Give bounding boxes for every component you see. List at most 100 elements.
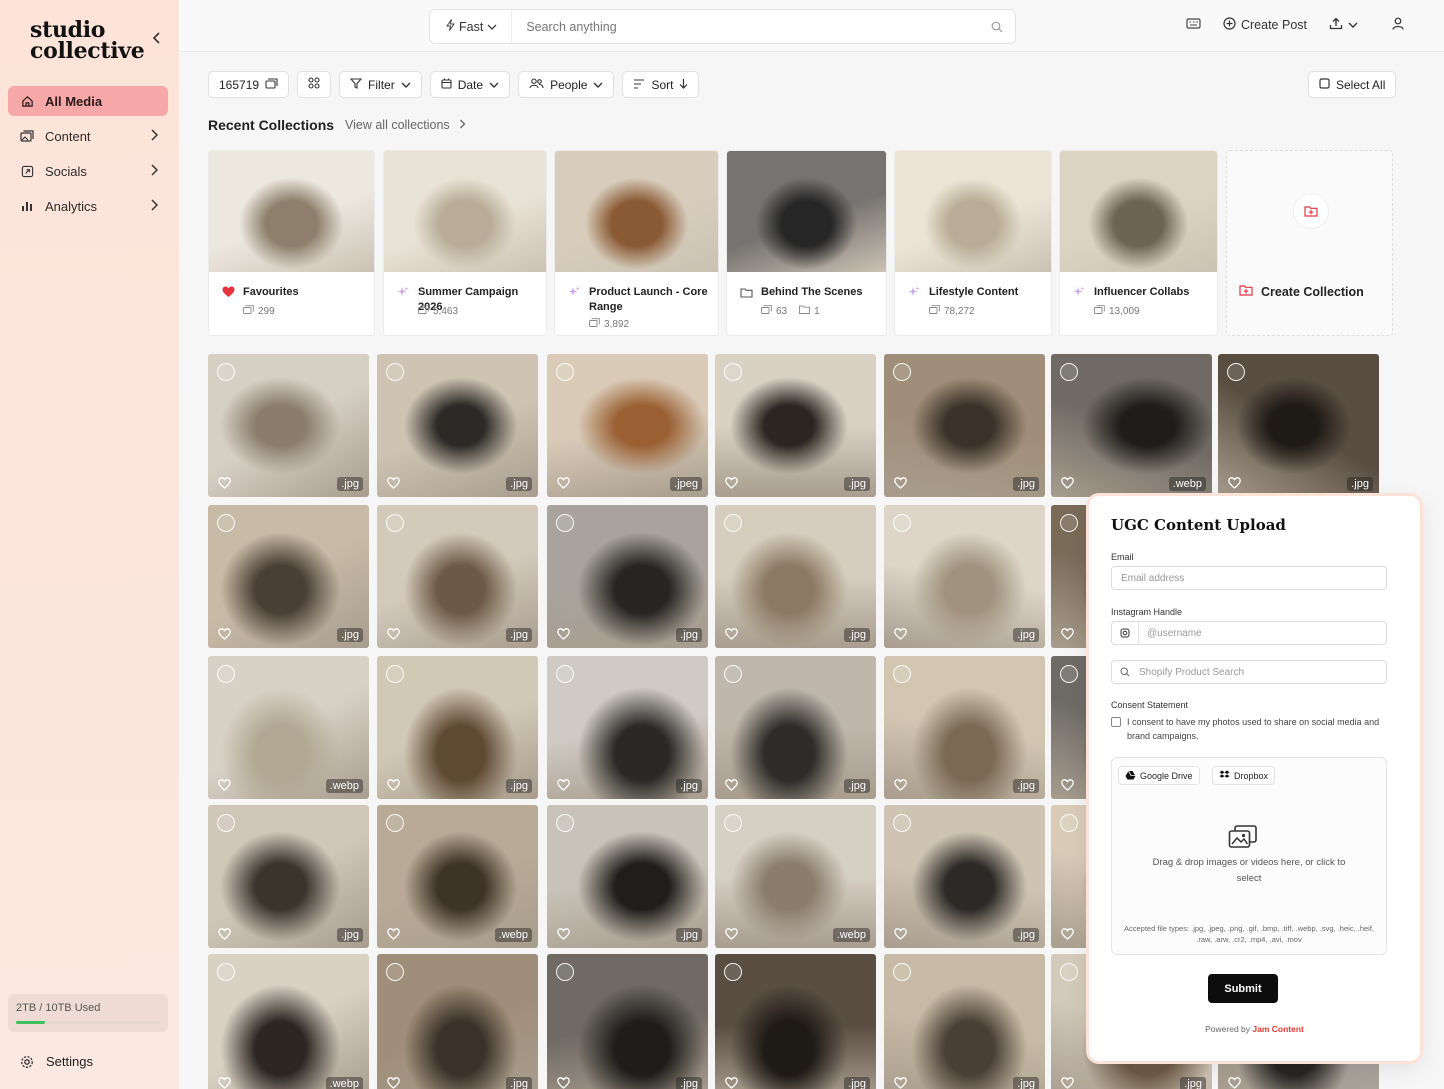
sidebar-item-socials[interactable]: Socials	[8, 156, 168, 186]
submit-button[interactable]: Submit	[1208, 974, 1278, 1003]
media-tile[interactable]: .jpg	[547, 954, 708, 1089]
dropbox-button[interactable]: Dropbox	[1212, 766, 1276, 785]
heart-icon[interactable]	[725, 927, 739, 941]
select-checkbox[interactable]	[893, 814, 911, 832]
sidebar-item-all-media[interactable]: All Media	[8, 86, 168, 116]
heart-icon[interactable]	[1061, 927, 1075, 941]
heart-icon[interactable]	[218, 927, 232, 941]
collection-card[interactable]: Behind The Scenes 63 1	[726, 150, 887, 336]
select-checkbox[interactable]	[556, 963, 574, 981]
create-collection-card[interactable]: Create Collection	[1226, 150, 1393, 336]
select-checkbox[interactable]	[1060, 814, 1078, 832]
powered-by-brand[interactable]: Jam Content	[1252, 1024, 1303, 1034]
select-checkbox[interactable]	[893, 514, 911, 532]
heart-icon[interactable]	[725, 476, 739, 490]
media-tile[interactable]: .jpg	[208, 505, 369, 648]
heart-icon[interactable]	[557, 778, 571, 792]
heart-icon[interactable]	[894, 1076, 908, 1089]
select-checkbox[interactable]	[724, 514, 742, 532]
collection-card[interactable]: Lifestyle Content 78,272	[894, 150, 1052, 336]
media-tile[interactable]: .jpg	[377, 505, 538, 648]
keyboard-icon[interactable]	[1186, 18, 1201, 32]
select-checkbox[interactable]	[217, 814, 235, 832]
media-tile[interactable]: .jpg	[715, 656, 876, 799]
heart-icon[interactable]	[387, 476, 401, 490]
select-checkbox[interactable]	[386, 814, 404, 832]
consent-checkbox[interactable]	[1111, 717, 1121, 727]
heart-icon[interactable]	[557, 627, 571, 641]
file-dropzone[interactable]: Google Drive Dropbox Drag & drop images …	[1111, 757, 1387, 955]
search-icon[interactable]	[991, 21, 1003, 33]
collapse-sidebar-icon[interactable]	[152, 31, 166, 47]
google-drive-button[interactable]: Google Drive	[1118, 766, 1200, 785]
media-count-badge[interactable]: 165719	[208, 71, 290, 98]
select-checkbox[interactable]	[386, 363, 404, 381]
media-tile[interactable]: .jpg	[884, 954, 1045, 1089]
collection-card[interactable]: Summer Campaign 2026 5,463	[383, 150, 547, 336]
heart-icon[interactable]	[557, 1076, 571, 1089]
heart-icon[interactable]	[1228, 476, 1242, 490]
create-post-button[interactable]: Create Post	[1223, 17, 1307, 33]
media-tile[interactable]: .jpg	[377, 954, 538, 1089]
logo[interactable]: studio collective	[30, 19, 145, 62]
select-checkbox[interactable]	[724, 363, 742, 381]
select-checkbox[interactable]	[893, 363, 911, 381]
sidebar-item-content[interactable]: Content	[8, 121, 168, 151]
media-tile[interactable]: .jpg	[547, 505, 708, 648]
select-all-button[interactable]: Select All	[1308, 71, 1397, 98]
select-checkbox[interactable]	[556, 363, 574, 381]
heart-icon[interactable]	[1061, 778, 1075, 792]
heart-icon[interactable]	[218, 627, 232, 641]
heart-icon[interactable]	[387, 1076, 401, 1089]
media-tile[interactable]: .webp	[377, 805, 538, 948]
media-tile[interactable]: .jpg	[547, 805, 708, 948]
heart-icon[interactable]	[387, 627, 401, 641]
select-checkbox[interactable]	[217, 665, 235, 683]
heart-icon[interactable]	[1228, 1076, 1242, 1089]
view-all-collections-link[interactable]: View all collections	[345, 118, 466, 132]
settings-link[interactable]: Settings	[20, 1054, 93, 1069]
select-checkbox[interactable]	[893, 963, 911, 981]
heart-icon[interactable]	[218, 1076, 232, 1089]
shopify-product-search[interactable]: Shopify Product Search	[1111, 660, 1387, 684]
media-tile[interactable]: .jpg	[208, 805, 369, 948]
media-tile[interactable]: .jpg	[547, 656, 708, 799]
media-tile[interactable]: .webp	[208, 954, 369, 1089]
consent-checkbox-row[interactable]: I consent to have my photos used to shar…	[1111, 715, 1381, 743]
select-checkbox[interactable]	[386, 665, 404, 683]
heart-icon[interactable]	[218, 778, 232, 792]
search-bar[interactable]: Fast Search anything	[429, 9, 1016, 44]
sort-button[interactable]: Sort	[622, 71, 700, 98]
heart-icon[interactable]	[557, 476, 571, 490]
people-button[interactable]: People	[518, 71, 615, 98]
media-tile[interactable]: .jpg	[377, 354, 538, 497]
instagram-field[interactable]: @username	[1111, 621, 1387, 645]
media-tile[interactable]: .jpg	[884, 656, 1045, 799]
media-tile[interactable]: .jpeg	[547, 354, 708, 497]
media-tile[interactable]: .jpg	[208, 354, 369, 497]
collection-card[interactable]: Favourites 299	[208, 150, 375, 336]
select-checkbox[interactable]	[217, 963, 235, 981]
media-tile[interactable]: .jpg	[884, 354, 1045, 497]
select-checkbox[interactable]	[1060, 514, 1078, 532]
heart-icon[interactable]	[894, 778, 908, 792]
search-input[interactable]: Search anything	[512, 20, 991, 34]
collection-card[interactable]: Product Launch - Core Range 3,892	[554, 150, 719, 336]
media-tile[interactable]: .webp	[208, 656, 369, 799]
select-checkbox[interactable]	[556, 814, 574, 832]
select-checkbox[interactable]	[724, 814, 742, 832]
heart-icon[interactable]	[725, 627, 739, 641]
upload-menu-button[interactable]	[1329, 17, 1358, 33]
media-tile[interactable]: .jpg	[377, 656, 538, 799]
heart-icon[interactable]	[894, 627, 908, 641]
select-checkbox[interactable]	[724, 963, 742, 981]
media-tile[interactable]: .jpg	[715, 505, 876, 648]
select-checkbox[interactable]	[1060, 963, 1078, 981]
date-button[interactable]: Date	[429, 71, 511, 98]
heart-icon[interactable]	[894, 476, 908, 490]
select-checkbox[interactable]	[556, 665, 574, 683]
email-field[interactable]: Email address	[1111, 566, 1387, 590]
media-tile[interactable]: .jpg	[715, 354, 876, 497]
heart-icon[interactable]	[1061, 476, 1075, 490]
heart-icon[interactable]	[725, 1076, 739, 1089]
